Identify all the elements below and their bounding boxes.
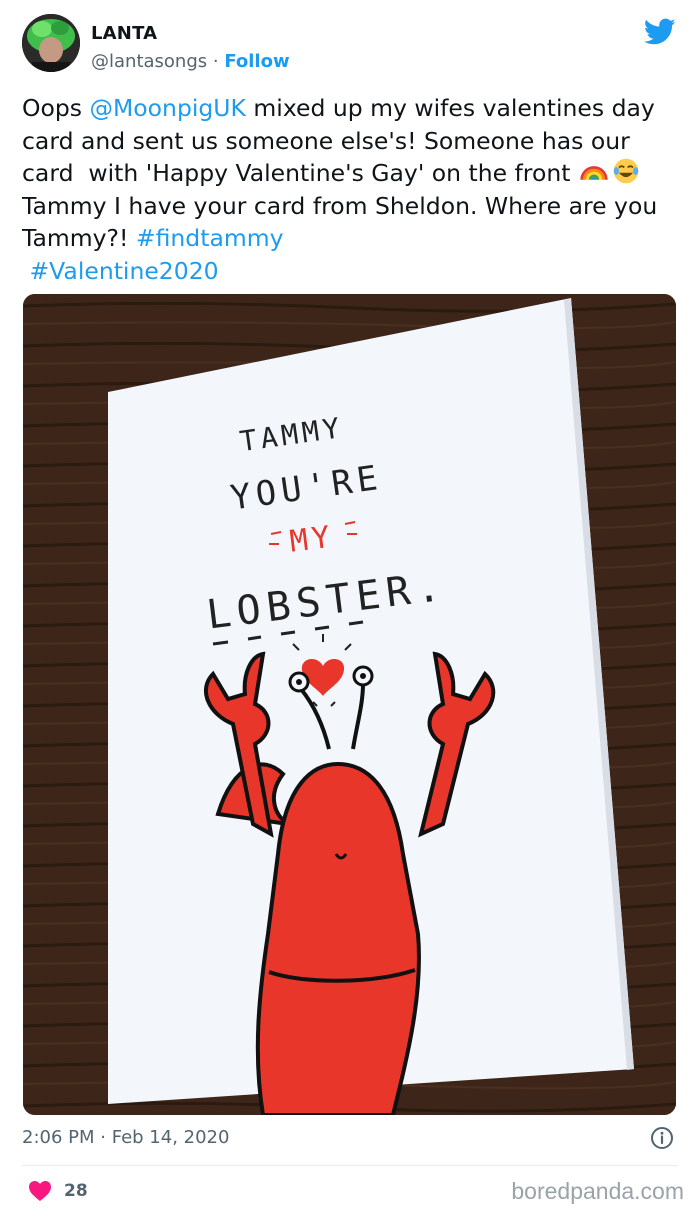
tweet-date: Feb 14, 2020 [111,1127,230,1148]
tears-of-joy-emoji-icon [613,158,639,184]
timestamp-separator: · [94,1127,112,1148]
watermark: boredpanda.com [511,1178,684,1204]
mention-link[interactable]: @MoonpigUK [90,94,246,122]
tweet-photo[interactable]: TAMMY YOU'RE MY LOBSTER. [23,294,676,1115]
tweet-time: 2:06 PM [22,1127,95,1148]
tweet-text-part: Oops [22,94,90,122]
info-circle-icon[interactable] [650,1126,674,1150]
follow-button[interactable]: Follow [224,51,289,72]
author-name[interactable]: LANTA [91,23,157,44]
twitter-bird-icon[interactable] [644,18,676,46]
tweet-timestamp[interactable]: 2:06 PM · Feb 14, 2020 [22,1127,229,1148]
like-button[interactable]: 28 [28,1178,88,1204]
hashtag-link[interactable]: #findtammy [136,224,284,252]
rainbow-emoji-icon [580,166,608,181]
tweet-header: LANTA @lantasongs · Follow [22,14,682,84]
heart-icon [29,1181,51,1201]
author-handle-row: @lantasongs · Follow [91,51,290,72]
footer-divider [22,1165,678,1166]
tweet-text: Oops @MoonpigUK mixed up my wifes valent… [22,92,682,287]
handle-separator: · [207,51,225,72]
avatar[interactable] [22,14,80,72]
author-handle[interactable]: @lantasongs [91,51,207,72]
card-line-my: MY [288,520,336,560]
hashtag-link[interactable]: #Valentine2020 [29,257,218,285]
like-count: 28 [64,1181,88,1201]
